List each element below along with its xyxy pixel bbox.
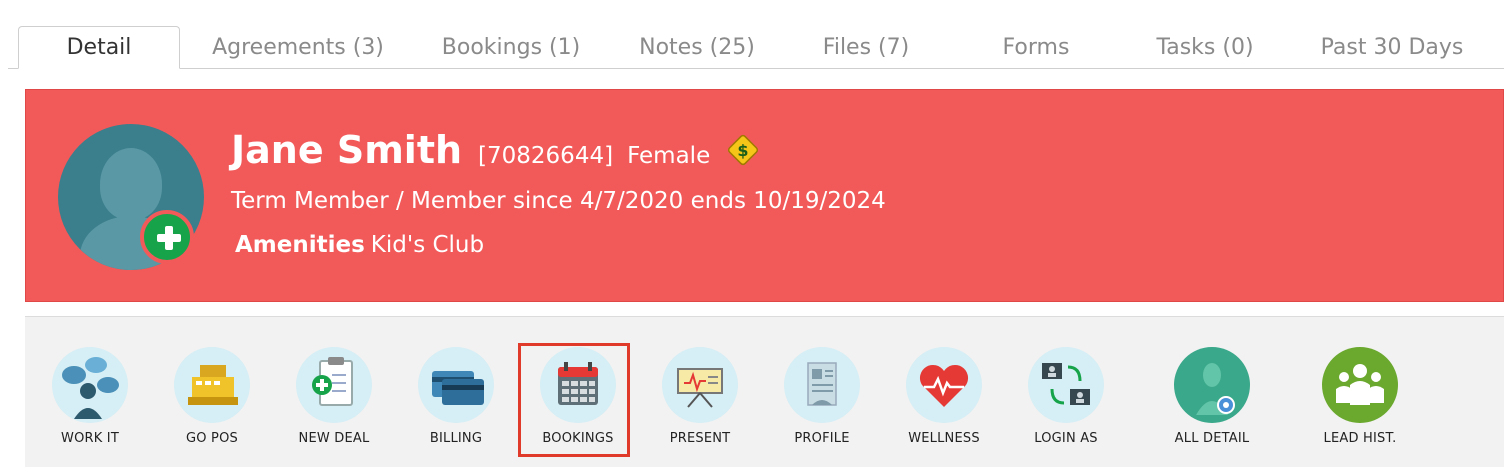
work-it-button[interactable]: WORK IT [35, 347, 145, 446]
member-name-line: Jane Smith [70826644] Female $ [231, 128, 760, 172]
credit-card-icon [432, 371, 484, 405]
present-button[interactable]: PRESENT [645, 347, 755, 446]
calendar-icon [558, 362, 598, 405]
clipboard-plus-icon [312, 357, 353, 406]
avatar-head [100, 148, 162, 220]
action-toolbar: WORK IT GO POS NEW DEAL BILLING BOOKINGS… [25, 316, 1504, 467]
add-photo-icon[interactable] [140, 210, 194, 264]
svg-text:$: $ [738, 141, 749, 160]
dollar-sign-warning-icon: $ [728, 134, 759, 166]
login-as-label: LOGIN AS [1034, 431, 1098, 446]
tab-bookings[interactable]: Bookings (1) [418, 26, 604, 68]
go-pos-label: GO POS [186, 431, 238, 446]
lead-history-button[interactable]: LEAD HIST. [1305, 347, 1415, 446]
present-circle [662, 347, 738, 423]
present-label: PRESENT [669, 431, 731, 446]
amenities: Amenities Kid's Club [235, 232, 484, 258]
login-as-button[interactable]: LOGIN AS [1011, 347, 1121, 446]
amenities-value: Kid's Club [370, 232, 485, 258]
amenities-label: Amenities [235, 232, 365, 258]
lead-history-circle [1322, 347, 1398, 423]
tab-detail[interactable]: Detail [18, 26, 180, 69]
tab-notes[interactable]: Notes (25) [614, 26, 780, 68]
member-gender: Female [627, 143, 711, 169]
all-detail-circle [1174, 347, 1250, 423]
profile-label: PROFILE [794, 431, 850, 446]
heart-pulse-icon [919, 364, 969, 407]
profile-circle [784, 347, 860, 423]
new-deal-label: NEW DEAL [298, 431, 370, 446]
new-deal-button[interactable]: NEW DEAL [279, 347, 389, 446]
tab-bar: Detail Agreements (3) Bookings (1) Notes… [0, 0, 1504, 70]
membership-term: Term Member / Member since 4/7/2020 ends… [231, 188, 886, 214]
new-deal-circle [296, 347, 372, 423]
wellness-button[interactable]: WELLNESS [889, 347, 999, 446]
switch-user-icon [1042, 363, 1090, 405]
billing-button[interactable]: BILLING [401, 347, 511, 446]
profile-document-icon [807, 362, 837, 406]
person-settings-icon [1196, 363, 1235, 415]
tab-bar-divider [8, 68, 1504, 69]
member-banner: Jane Smith [70826644] Female $ Term Memb… [25, 89, 1504, 302]
bookings-button[interactable]: BOOKINGS [523, 347, 633, 446]
login-as-circle [1028, 347, 1104, 423]
billing-circle [418, 347, 494, 423]
go-pos-button[interactable]: GO POS [157, 347, 267, 446]
member-id: [70826644] [478, 143, 614, 169]
wellness-label: WELLNESS [908, 431, 980, 446]
work-it-label: WORK IT [61, 431, 119, 446]
bookings-circle [540, 347, 616, 423]
group-icon [1336, 364, 1384, 405]
chat-person-icon [62, 357, 119, 419]
cash-register-icon [188, 365, 238, 405]
billing-label: BILLING [429, 431, 483, 446]
tab-tasks[interactable]: Tasks (0) [1130, 26, 1280, 68]
member-name: Jane Smith [231, 128, 463, 172]
tab-past-30-days[interactable]: Past 30 Days [1290, 26, 1494, 68]
tab-files[interactable]: Files (7) [790, 26, 942, 68]
all-detail-button[interactable]: ALL DETAIL [1157, 347, 1267, 446]
go-pos-circle [174, 347, 250, 423]
presentation-board-icon [677, 368, 723, 408]
profile-button[interactable]: PROFILE [767, 347, 877, 446]
bookings-label: BOOKINGS [542, 431, 614, 446]
all-detail-label: ALL DETAIL [1174, 431, 1250, 446]
lead-history-label: LEAD HIST. [1323, 431, 1397, 446]
work-it-circle [52, 347, 128, 423]
tab-agreements[interactable]: Agreements (3) [188, 26, 408, 68]
tab-forms[interactable]: Forms [952, 26, 1120, 68]
wellness-circle [906, 347, 982, 423]
